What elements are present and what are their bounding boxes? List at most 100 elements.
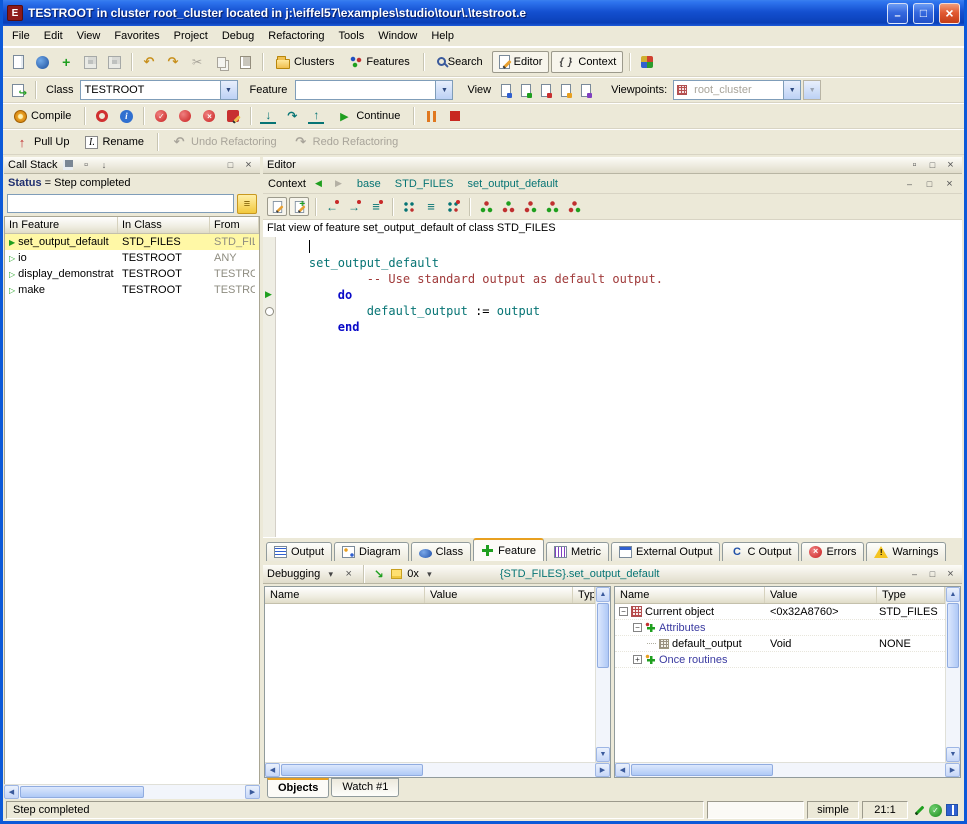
watch-table-body[interactable] (265, 604, 595, 762)
open-button[interactable] (31, 51, 53, 73)
notes-button[interactable] (389, 568, 404, 581)
view-basic-text-button[interactable] (497, 81, 515, 99)
context-close-button[interactable] (942, 177, 957, 190)
breadcrumb-base[interactable]: base (357, 178, 381, 190)
relations-button[interactable] (564, 197, 584, 216)
object-tree-row-default-output[interactable]: default_outputVoidNONE (615, 636, 945, 652)
code-line[interactable]: -- Use standard output as default output… (280, 271, 962, 287)
breakpoint-slot-icon[interactable] (265, 307, 274, 316)
code-line[interactable]: set_output_default (280, 255, 962, 271)
debug-info-button[interactable] (115, 105, 137, 127)
column-in-class[interactable]: In Class (118, 217, 210, 233)
context-tool-button[interactable]: Context (551, 51, 623, 73)
compile-button[interactable]: Compile (7, 105, 78, 127)
hex-format-dropdown[interactable] (422, 568, 437, 581)
viewpoints-combo-dropdown[interactable] (783, 81, 800, 99)
debug-tab-objects[interactable]: Objects (267, 778, 329, 798)
scroll-track[interactable] (946, 602, 960, 747)
call-stack-hscrollbar[interactable] (4, 784, 260, 799)
remove-breakpoints-button[interactable] (198, 105, 220, 127)
viewpoints-combo[interactable]: root_cluster (673, 80, 801, 100)
scroll-left-button[interactable] (265, 763, 280, 777)
clusters-button[interactable]: Clusters (269, 51, 341, 73)
objects-hscrollbar[interactable] (615, 762, 960, 777)
minimize-button[interactable] (887, 3, 908, 24)
watch-hscrollbar[interactable] (265, 762, 610, 777)
context-minimize-button[interactable] (902, 177, 917, 190)
editor-gutter[interactable] (263, 237, 276, 537)
enable-breakpoints-button[interactable] (150, 105, 172, 127)
class-combo-dropdown[interactable] (220, 81, 237, 99)
menu-view[interactable]: View (70, 27, 108, 45)
undo-refactoring-button[interactable]: Undo Refactoring (164, 131, 284, 153)
callees-button[interactable] (344, 197, 364, 216)
descendants-button[interactable] (498, 197, 518, 216)
code-line[interactable]: default_output := output (280, 303, 962, 319)
scroll-track[interactable] (630, 763, 945, 777)
scroll-thumb[interactable] (20, 786, 144, 798)
watch-column-value[interactable]: Value (425, 587, 573, 603)
external-commands-button[interactable] (636, 51, 658, 73)
assigners-button[interactable] (366, 197, 386, 216)
set-stack-depth-button[interactable] (97, 159, 112, 172)
menu-edit[interactable]: Edit (37, 27, 70, 45)
menu-file[interactable]: File (5, 27, 37, 45)
code-line[interactable]: do (280, 287, 962, 303)
view-clickable-button[interactable] (517, 81, 535, 99)
context-maximize-button[interactable] (922, 177, 937, 190)
scroll-right-button[interactable] (245, 785, 260, 799)
code-line[interactable]: end (280, 319, 962, 335)
menu-tools[interactable]: Tools (332, 27, 372, 45)
editor-tab-c-output[interactable]: C Output (722, 542, 799, 561)
column-from[interactable]: From (210, 217, 259, 233)
implementers-button[interactable] (421, 197, 441, 216)
class-combo[interactable]: TESTROOT (80, 80, 238, 100)
step-out-button[interactable] (305, 105, 327, 127)
debugging-minimize-button[interactable] (907, 568, 922, 581)
clients-button[interactable] (520, 197, 540, 216)
object-tree-row-once-routines[interactable]: Once routines (615, 652, 945, 668)
debugging-title-bar[interactable]: Debugging 0x {STD_FILES}.set_output_defa… (263, 565, 962, 584)
editor-tab-errors[interactable]: Errors (801, 542, 864, 561)
column-in-feature[interactable]: In Feature (5, 217, 118, 233)
editor-tab-output[interactable]: Output (266, 542, 332, 561)
rename-button[interactable]: Rename (78, 131, 151, 153)
stop-button[interactable] (444, 105, 466, 127)
feature-combo[interactable] (295, 80, 453, 100)
copy-button[interactable] (210, 51, 232, 73)
step-into-button[interactable] (257, 105, 279, 127)
pull-up-button[interactable]: Pull Up (7, 131, 76, 153)
debugging-close-button-2[interactable] (943, 568, 958, 581)
objects-vscrollbar[interactable] (945, 587, 960, 762)
scroll-right-button[interactable] (945, 763, 960, 777)
watch-column-name[interactable]: Name (265, 587, 425, 603)
objects-column-value[interactable]: Value (765, 587, 877, 603)
debugging-menu-dropdown[interactable] (323, 568, 338, 581)
scroll-up-button[interactable] (946, 587, 960, 602)
scroll-left-button[interactable] (615, 763, 630, 777)
breadcrumb-std-files[interactable]: STD_FILES (395, 178, 454, 190)
editor-tool-button[interactable]: Editor (492, 51, 550, 73)
stack-depth-input[interactable] (7, 194, 234, 213)
menu-favorites[interactable]: Favorites (107, 27, 166, 45)
scroll-up-button[interactable] (596, 587, 610, 602)
disable-breakpoints-button[interactable] (174, 105, 196, 127)
scroll-down-button[interactable] (596, 747, 610, 762)
scroll-track[interactable] (596, 602, 610, 747)
call-stack-row-set-output-default[interactable]: set_output_defaultSTD_FILESSTD_FILES (5, 234, 259, 250)
close-button[interactable] (939, 3, 960, 24)
suppliers-button[interactable] (542, 197, 562, 216)
view-flat-button[interactable] (537, 81, 555, 99)
ignore-breakpoints-button[interactable] (91, 105, 113, 127)
debugging-close-button[interactable] (341, 568, 356, 581)
debugging-maximize-button[interactable] (925, 568, 940, 581)
scroll-track[interactable] (19, 785, 245, 799)
editor-tab-class[interactable]: Class (411, 542, 472, 561)
call-stack-row-display-demonstrat[interactable]: display_demonstrat...TESTROOTTESTROOT (5, 266, 259, 282)
exception-button[interactable] (371, 568, 386, 581)
save-all-button[interactable] (103, 51, 125, 73)
float-call-stack-button[interactable] (79, 159, 94, 172)
scroll-thumb[interactable] (281, 764, 423, 776)
callers-button[interactable] (322, 197, 342, 216)
menu-project[interactable]: Project (167, 27, 215, 45)
